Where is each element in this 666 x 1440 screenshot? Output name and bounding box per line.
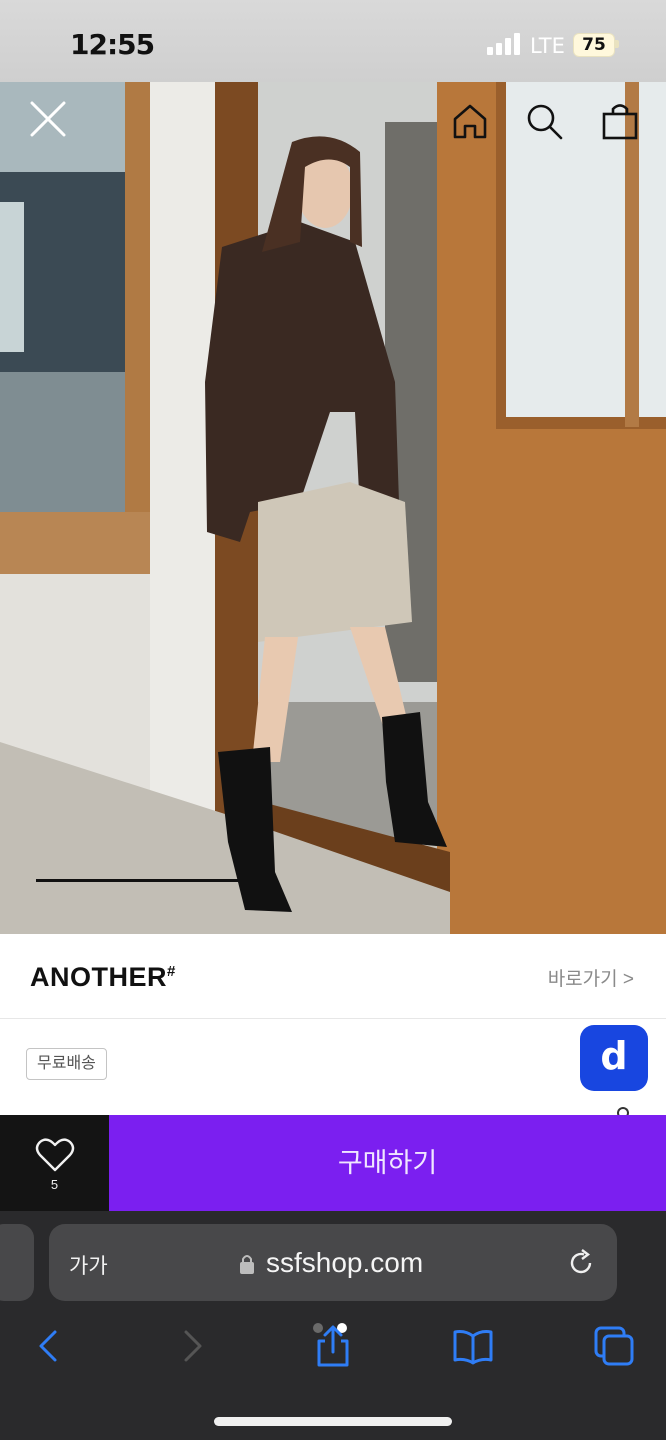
heart-icon: [35, 1138, 74, 1172]
forward-icon[interactable]: [170, 1324, 214, 1368]
status-time: 12:55: [70, 28, 155, 61]
close-icon[interactable]: [26, 97, 70, 141]
brand-row[interactable]: ANOTHER# 바로가기 >: [0, 934, 666, 1019]
battery-cap: [615, 40, 619, 48]
wishlist-button[interactable]: 5: [0, 1115, 109, 1211]
network-label: LTE: [530, 34, 565, 58]
previous-tab-peek[interactable]: [0, 1224, 34, 1301]
home-indicator: [214, 1417, 452, 1426]
app-badge-button[interactable]: d: [580, 1025, 648, 1091]
wishlist-count: 5: [50, 1177, 59, 1192]
status-bar: 12:55 LTE 75: [0, 0, 666, 82]
address-bar[interactable]: 가가 ssfshop.com: [49, 1224, 617, 1301]
battery-level: 75: [582, 35, 606, 55]
signal-icon: [487, 33, 521, 55]
reader-options-button[interactable]: 가가: [69, 1250, 108, 1280]
image-carousel-progress: [36, 879, 246, 882]
search-icon[interactable]: [522, 99, 566, 143]
brand-name-text: ANOTHER: [30, 962, 167, 992]
battery-icon: 75: [573, 33, 615, 57]
free-shipping-badge: 무료배송: [26, 1048, 107, 1080]
home-icon[interactable]: [448, 99, 492, 143]
info-row: 무료배송 d: [0, 1019, 666, 1119]
browser-toolbar: 가가 ssfshop.com: [0, 1211, 666, 1440]
bookmarks-icon[interactable]: [451, 1324, 495, 1368]
back-icon[interactable]: [27, 1324, 71, 1368]
brand-name: ANOTHER#: [30, 962, 176, 993]
share-icon[interactable]: [311, 1324, 355, 1368]
brand-shortcut-link[interactable]: 바로가기 >: [548, 964, 634, 991]
product-photo: [0, 82, 666, 934]
buy-button[interactable]: 구매하기: [109, 1115, 666, 1211]
shopping-bag-icon[interactable]: [598, 99, 642, 143]
tabs-icon[interactable]: [592, 1324, 636, 1368]
product-image[interactable]: [0, 82, 666, 934]
url-text: ssfshop.com: [266, 1247, 424, 1278]
brand-mark: #: [167, 963, 176, 980]
lock-icon: [240, 1255, 254, 1274]
reload-icon[interactable]: [566, 1248, 596, 1278]
